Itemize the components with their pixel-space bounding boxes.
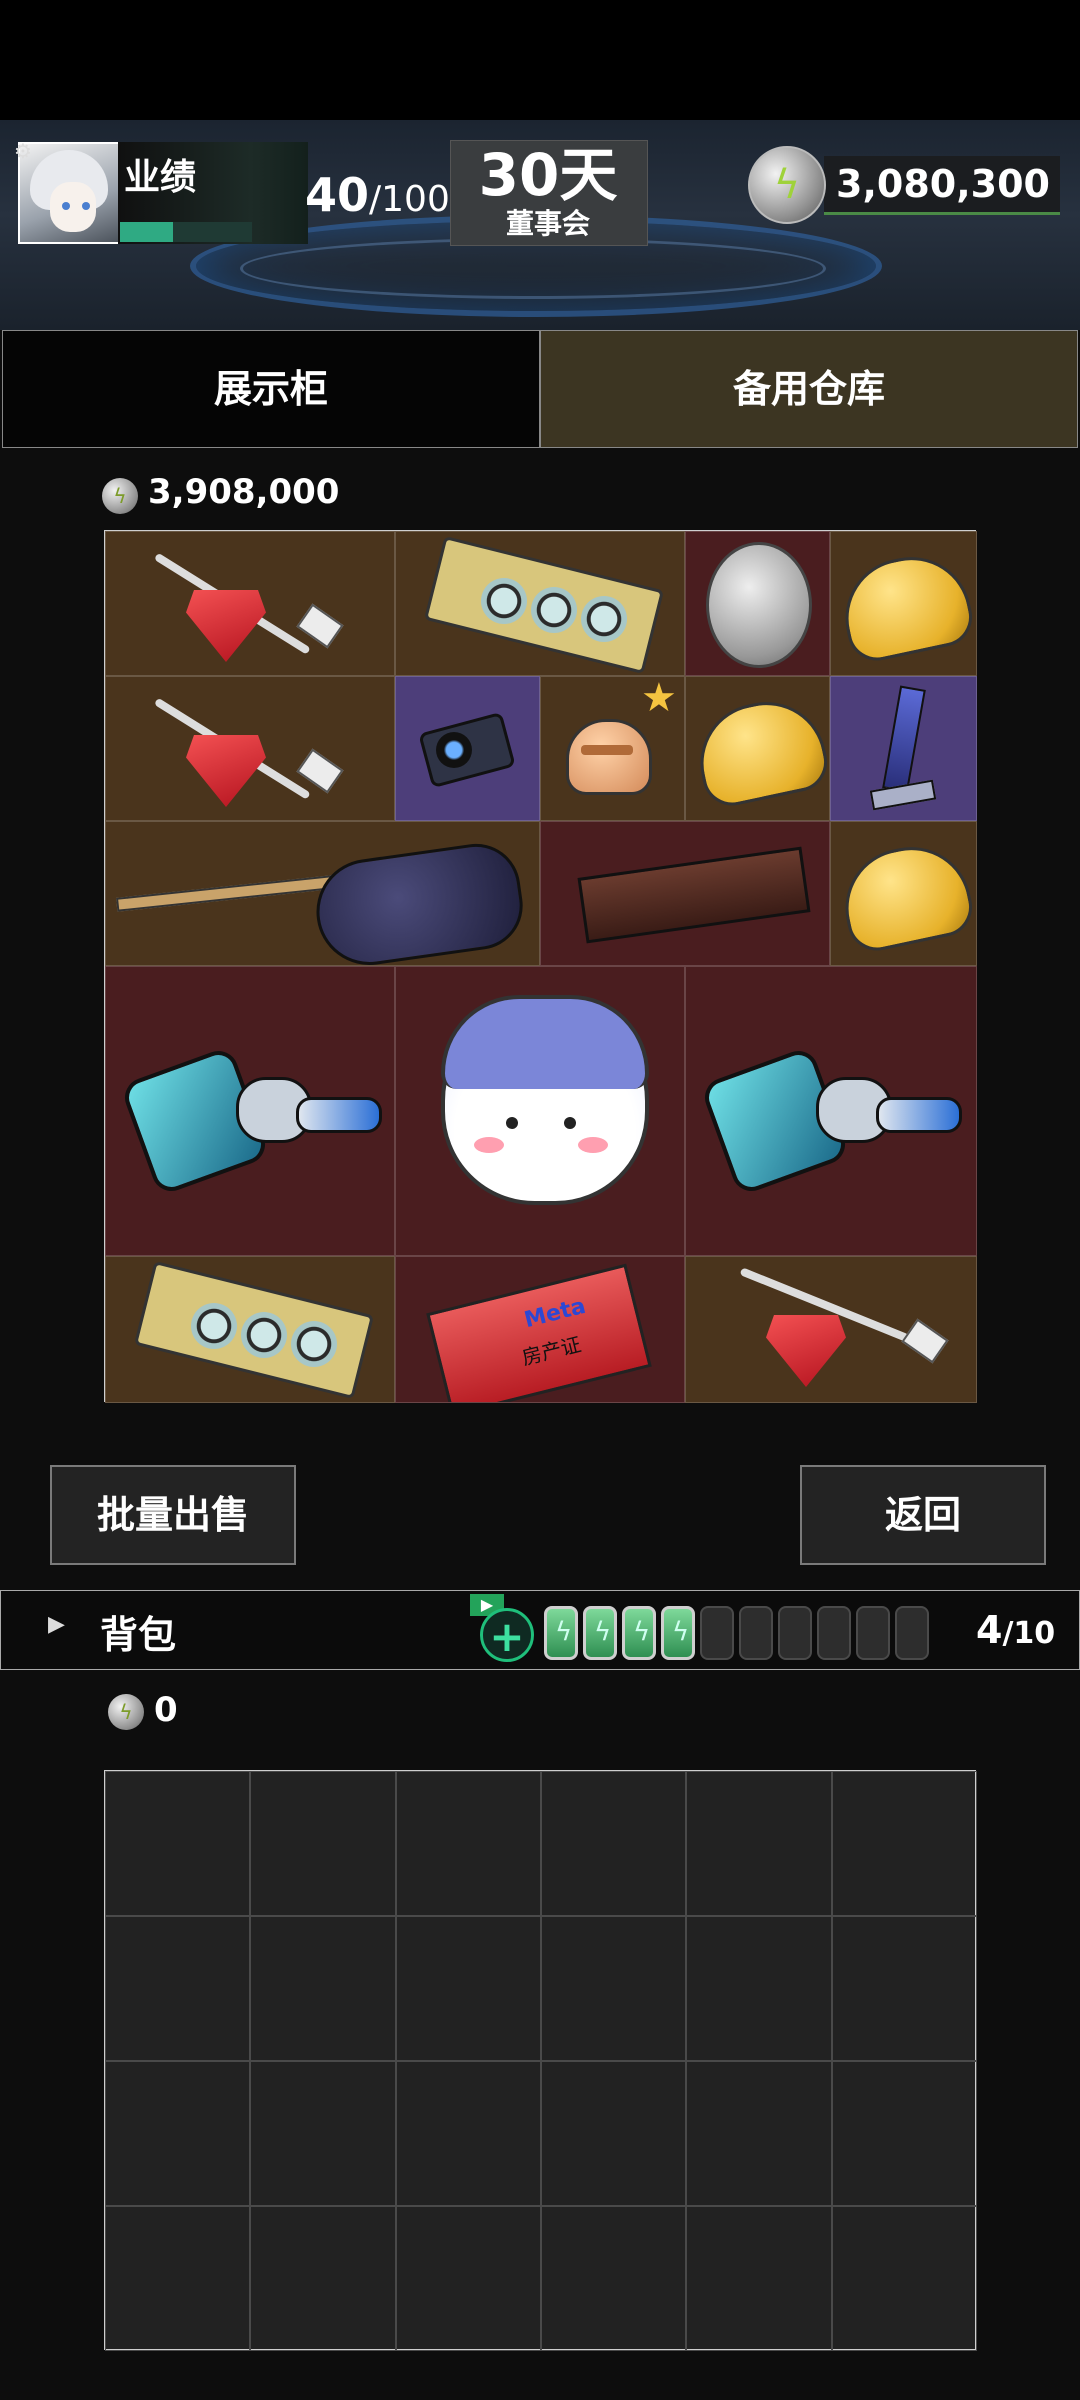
- battery-empty-icon: [739, 1606, 773, 1660]
- backpack-slot[interactable]: [250, 1916, 396, 2061]
- battery-full-icon: [661, 1606, 695, 1660]
- star-icon: ★: [641, 676, 677, 721]
- red-gem-drill-icon[interactable]: [685, 1256, 977, 1403]
- backpack-slot[interactable]: [686, 2061, 832, 2206]
- backpack-slot[interactable]: [250, 2061, 396, 2206]
- backpack-count-current: 4: [976, 1608, 1003, 1652]
- cheese-icon[interactable]: [830, 821, 977, 966]
- backpack-slot[interactable]: [831, 1771, 977, 1916]
- settings-gear-icon[interactable]: ⚙: [14, 140, 36, 162]
- battery-empty-icon: [895, 1606, 929, 1660]
- cat-plush-icon[interactable]: [395, 966, 685, 1256]
- backpack-title: 背包: [100, 1613, 177, 1657]
- performance-label: 业绩: [124, 157, 197, 198]
- graphics-card-icon[interactable]: [105, 1256, 395, 1403]
- performance-current: 40: [305, 168, 370, 222]
- backpack-slot[interactable]: [105, 1916, 251, 2061]
- backpack-slot[interactable]: [541, 2206, 687, 2351]
- backpack-slot[interactable]: [831, 2206, 977, 2351]
- backpack-slot[interactable]: [831, 1916, 977, 2061]
- backpack-value: 0: [154, 1690, 178, 1730]
- backpack-slot[interactable]: [541, 2061, 687, 2206]
- camera-icon[interactable]: [395, 676, 540, 821]
- energy-coin-icon: ϟ: [748, 146, 826, 224]
- performance-count: 40/100: [305, 168, 450, 222]
- battery-empty-icon: [778, 1606, 812, 1660]
- red-gem-drill-icon[interactable]: [105, 531, 395, 676]
- backpack-slot[interactable]: [686, 2206, 832, 2351]
- backpack-slot[interactable]: [686, 1916, 832, 2061]
- add-capacity-button[interactable]: +: [480, 1608, 534, 1662]
- backpack-slot[interactable]: [395, 2206, 541, 2351]
- cheese-icon[interactable]: [830, 531, 977, 676]
- tab-display-cabinet[interactable]: 展示柜: [2, 330, 540, 448]
- money-value: 3,080,300: [836, 162, 1050, 206]
- battery-full-icon: [583, 1606, 617, 1660]
- red-gem-drill-icon[interactable]: [105, 676, 395, 821]
- backpack-count: 4/10: [976, 1608, 1055, 1652]
- backpack-count-max: /10: [1002, 1616, 1056, 1651]
- backpack-slot[interactable]: [250, 1771, 396, 1916]
- battery-full-icon: [544, 1606, 578, 1660]
- header-ring-decoration-inner: [240, 238, 826, 299]
- robot-icon[interactable]: [105, 966, 395, 1256]
- status-bar: [0, 0, 1080, 120]
- backpack-slot[interactable]: [541, 1916, 687, 2061]
- backpack-slot[interactable]: [395, 1771, 541, 1916]
- battery-empty-icon: [700, 1606, 734, 1660]
- battery-full-icon: [622, 1606, 656, 1660]
- backpack-slot[interactable]: [686, 1771, 832, 1916]
- backpack-slot[interactable]: [105, 2206, 251, 2351]
- cheese-icon[interactable]: [685, 676, 830, 821]
- backpack-slot[interactable]: [541, 1771, 687, 1916]
- storage-coin-icon: ϟ: [102, 478, 138, 514]
- backpack-slot[interactable]: [395, 1916, 541, 2061]
- performance-max: /100: [369, 179, 450, 220]
- graphics-card-icon[interactable]: [395, 531, 685, 676]
- backpack-grid: [104, 1770, 977, 2351]
- board-meeting-label: 董事会: [505, 207, 590, 240]
- storage-grid: ★ Meta 房产证: [104, 530, 977, 1403]
- electric-guitar-icon[interactable]: [105, 821, 540, 966]
- sword-trophy-icon[interactable]: [830, 676, 977, 821]
- backpack-slot[interactable]: [395, 2061, 541, 2206]
- silver-coin-icon[interactable]: [685, 531, 830, 676]
- bulk-sell-button[interactable]: 批量出售: [50, 1465, 296, 1565]
- back-button[interactable]: 返回: [800, 1465, 1046, 1565]
- days-countdown-value: 30天: [478, 141, 618, 209]
- property-deed-icon[interactable]: Meta 房产证: [395, 1256, 685, 1403]
- storage-total-value: 3,908,000: [148, 472, 340, 512]
- backpack-slot[interactable]: [250, 2206, 396, 2351]
- backpack-slot[interactable]: [105, 2061, 251, 2206]
- battery-empty-icon: [817, 1606, 851, 1660]
- backpack-coin-icon: ϟ: [108, 1694, 144, 1730]
- battery-empty-icon: [856, 1606, 890, 1660]
- backpack-slot[interactable]: [831, 2061, 977, 2206]
- helmet-icon[interactable]: ★: [540, 676, 685, 821]
- robot-icon[interactable]: [685, 966, 977, 1256]
- tab-backup-storage[interactable]: 备用仓库: [540, 330, 1078, 448]
- expand-arrow-icon[interactable]: ▶: [48, 1612, 65, 1637]
- backpack-slot[interactable]: [105, 1771, 251, 1916]
- performance-bar-fill: [120, 222, 173, 242]
- wooden-box-icon[interactable]: [540, 821, 830, 966]
